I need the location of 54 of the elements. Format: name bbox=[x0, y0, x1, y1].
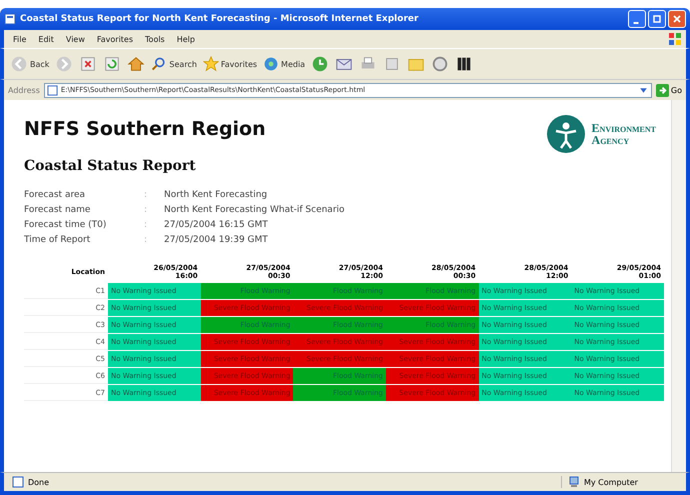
minimize-icon bbox=[633, 22, 639, 24]
menu-item[interactable]: Edit bbox=[33, 34, 59, 44]
maximize-button[interactable] bbox=[648, 10, 666, 28]
menu-item[interactable]: View bbox=[60, 34, 90, 44]
close-button[interactable] bbox=[668, 10, 686, 28]
detail-label: Forecast time (T0) bbox=[24, 220, 108, 230]
media-button[interactable]: Media bbox=[263, 56, 306, 72]
status-text: Done bbox=[12, 476, 50, 488]
computer-icon bbox=[568, 476, 580, 488]
detail-separator: : bbox=[144, 235, 148, 245]
menu-item[interactable]: Favorites bbox=[92, 34, 138, 44]
detail-value: 27/05/2004 19:39 GMT bbox=[164, 235, 269, 245]
zone-text: My Computer bbox=[561, 476, 678, 488]
address-label: Address bbox=[8, 86, 40, 94]
detail-value: North Kent Forecasting bbox=[164, 190, 268, 200]
page-icon bbox=[12, 476, 24, 488]
detail-separator: : bbox=[144, 220, 148, 230]
search-icon bbox=[151, 56, 168, 72]
menu-item[interactable]: File bbox=[8, 34, 32, 44]
detail-separator: : bbox=[144, 190, 148, 200]
page-icon bbox=[46, 84, 58, 96]
star-icon bbox=[202, 56, 219, 72]
refresh-icon[interactable] bbox=[103, 55, 122, 73]
disc-icon bbox=[263, 56, 280, 72]
search-button[interactable]: Search bbox=[151, 56, 197, 72]
stop-icon[interactable] bbox=[79, 55, 98, 73]
logo-text: Agency bbox=[592, 134, 630, 146]
logo-text: Environment bbox=[592, 122, 656, 134]
back-button[interactable]: Back bbox=[10, 55, 50, 73]
detail-value: North Kent Forecasting What-if Scenario bbox=[164, 205, 345, 215]
window-title: Coastal Status Report for North Kent Forecasting - Microsoft Internet Explorer bbox=[20, 14, 420, 24]
menu-item[interactable]: Help bbox=[172, 34, 200, 44]
person-emblem-icon bbox=[546, 114, 586, 154]
history-icon[interactable] bbox=[311, 55, 330, 73]
page-icon bbox=[4, 13, 16, 25]
detail-separator: : bbox=[144, 205, 148, 215]
arrow-icon bbox=[656, 84, 669, 96]
home-icon[interactable] bbox=[127, 55, 146, 73]
close-icon bbox=[672, 14, 682, 24]
detail-label: Forecast name bbox=[24, 205, 92, 215]
maximize-icon bbox=[652, 14, 662, 24]
minimize-button[interactable] bbox=[628, 10, 646, 28]
windows-logo-icon bbox=[668, 32, 682, 46]
bars-icon[interactable] bbox=[455, 55, 474, 73]
detail-label: Forecast area bbox=[24, 190, 86, 200]
scrollbar[interactable] bbox=[671, 100, 686, 472]
detail-label: Time of Report bbox=[24, 235, 92, 245]
favorites-button[interactable]: Favorites bbox=[202, 56, 258, 72]
circle-icon[interactable] bbox=[431, 55, 450, 73]
detail-value: 27/05/2004 16:15 GMT bbox=[164, 220, 269, 230]
go-button[interactable]: Go bbox=[656, 84, 682, 96]
report-title: Coastal Status Report bbox=[24, 158, 197, 174]
menu-item[interactable]: Tools bbox=[140, 34, 170, 44]
page-heading: NFFS Southern Region bbox=[24, 118, 266, 140]
